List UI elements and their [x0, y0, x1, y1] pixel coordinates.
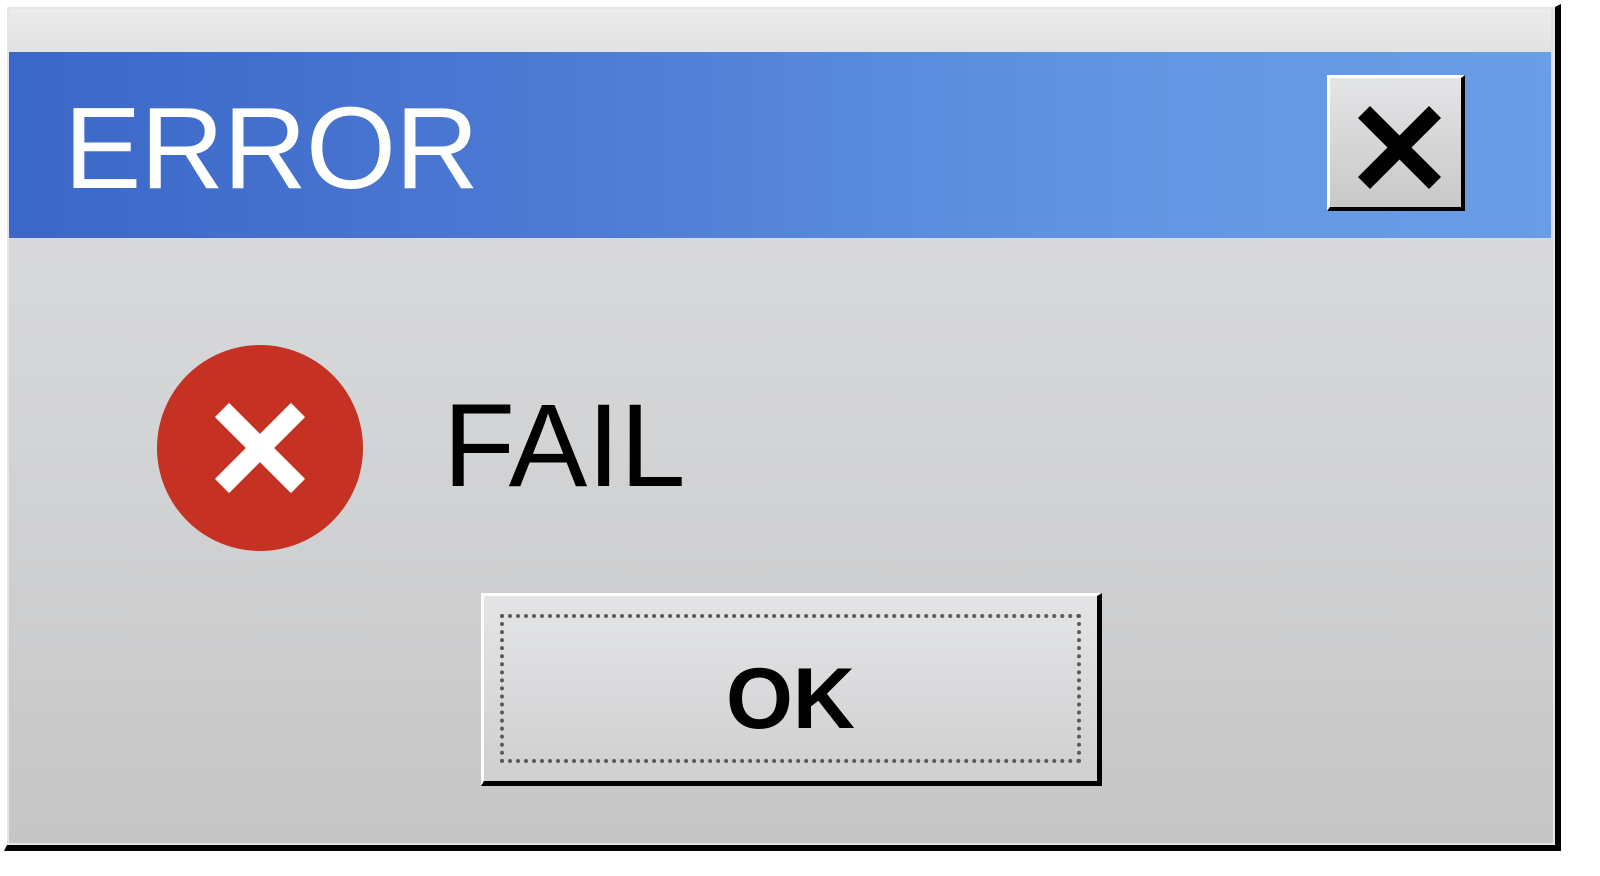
error-message: FAIL — [443, 380, 686, 512]
close-icon — [1357, 105, 1442, 190]
error-dialog: ERROR FAIL OK — [4, 4, 1561, 851]
window-frame-top — [9, 9, 1551, 53]
close-button[interactable] — [1327, 75, 1465, 211]
ok-button[interactable]: OK — [481, 593, 1102, 786]
error-icon — [157, 345, 363, 551]
ok-button-label: OK — [726, 651, 855, 747]
dialog-title: ERROR — [64, 83, 479, 213]
title-bar[interactable]: ERROR — [9, 52, 1551, 238]
